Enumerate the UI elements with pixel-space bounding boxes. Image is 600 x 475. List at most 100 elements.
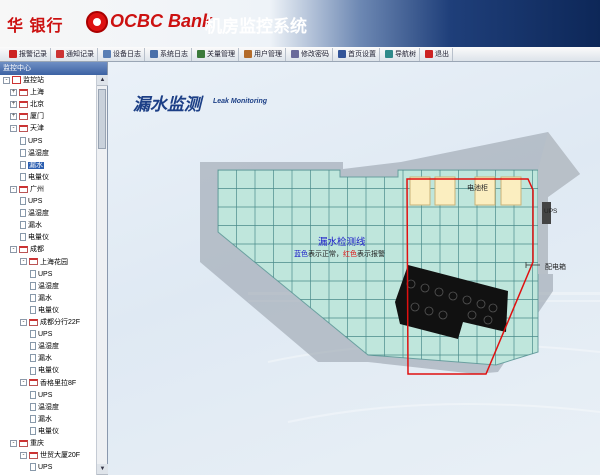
folder-icon (19, 246, 28, 254)
tree-node-label: 电量仪 (38, 427, 59, 435)
toolbar-button-label: 报警记录 (19, 51, 47, 58)
tree-node[interactable]: - 香格里拉8F (20, 378, 76, 390)
tree-node[interactable]: 电量仪 (30, 305, 59, 317)
toolbar-button-4[interactable]: 关量管理 (194, 47, 239, 61)
tree-node-label: UPS (28, 198, 43, 205)
leak-sensor-label: 漏水检测线 (318, 237, 366, 248)
tree-node-label: 温湿度 (38, 403, 59, 411)
sidebar-scrollbar[interactable]: ▲ ▼ (96, 75, 108, 475)
device-icon (30, 342, 36, 351)
tree-node[interactable]: + 北京 (10, 99, 44, 111)
scroll-up-icon[interactable]: ▲ (97, 75, 108, 86)
folder-icon (29, 379, 38, 387)
tree-node-label: UPS (38, 270, 53, 278)
toolbar-button-label: 修改密码 (301, 51, 329, 58)
collapse-icon[interactable]: - (20, 451, 27, 459)
scroll-down-icon[interactable]: ▼ (97, 464, 108, 475)
toolbar-button-2[interactable]: 设备日志 (100, 47, 145, 61)
expand-icon[interactable]: + (10, 112, 17, 120)
tree-node[interactable]: 温湿度 (30, 341, 59, 353)
device-icon (20, 233, 26, 242)
collapse-icon[interactable]: - (10, 185, 17, 193)
toolbar: 报警记录 通知记录 设备日志 系统日志 关量管理 用户管理 修改密码 首页设置 导航树 退出 (0, 47, 600, 62)
toolbar-button-6[interactable]: 修改密码 (288, 47, 333, 61)
toolbar-button-9[interactable]: 退出 (422, 47, 453, 61)
toolbar-button-label: 关量管理 (207, 51, 235, 58)
tree-node[interactable]: 漏水 (20, 220, 42, 232)
tree-node-label: 重庆 (30, 440, 44, 447)
toolbar-button-label: 用户管理 (254, 51, 282, 58)
tree-node[interactable]: 温湿度 (20, 208, 49, 220)
monitor-station-icon (12, 76, 21, 85)
collapse-icon[interactable]: - (20, 318, 27, 326)
main-panel: 漏水监测 Leak Monitoring 漏水检测线 蓝色表示正常，红色表示报警… (108, 62, 600, 475)
tree-node[interactable]: 电量仪 (20, 172, 49, 184)
folder-icon (19, 185, 28, 193)
device-icon (20, 172, 26, 181)
expand-icon[interactable]: + (10, 88, 17, 96)
collapse-icon[interactable]: - (3, 76, 10, 84)
tree-node[interactable]: - 上海花园 (20, 257, 68, 269)
toolbar-button-7[interactable]: 首页设置 (335, 47, 380, 61)
tree-node[interactable]: 漏水 (30, 414, 52, 426)
tree-node-label: 成都分行22F (40, 319, 81, 326)
tree-node[interactable]: 漏水 (30, 293, 52, 305)
battery-cabinet-4 (500, 176, 522, 206)
toolbar-button-1[interactable]: 通知记录 (53, 47, 98, 61)
floor-plan (200, 132, 600, 423)
tree-node[interactable]: 电量仪 (30, 426, 59, 438)
tree-node[interactable]: UPS (30, 329, 52, 341)
toolbar-button-5[interactable]: 用户管理 (241, 47, 286, 61)
tree-node[interactable]: - 成都 (10, 244, 44, 256)
tree-node-label: 厦门 (30, 113, 44, 121)
tree-node[interactable]: - 重庆 (10, 438, 44, 450)
tree-node-label: 上海 (30, 89, 44, 97)
tree-node[interactable]: UPS (30, 390, 52, 402)
tree-node[interactable]: - 世贸大厦20F (20, 450, 80, 462)
tree-node-label: 漏水 (28, 222, 42, 230)
scroll-thumb[interactable] (98, 89, 106, 149)
tree-node[interactable]: - 监控站 (3, 75, 44, 87)
distribution-box-label: 配电箱 (545, 264, 566, 271)
tree-node[interactable]: 漏水 (20, 160, 44, 172)
tree-node[interactable]: + 厦门 (10, 111, 44, 123)
folder-icon (19, 125, 28, 133)
tree-node[interactable]: 电量仪 (20, 232, 49, 244)
tree-node-label: 广州 (30, 185, 44, 193)
change-password-icon (291, 50, 299, 58)
sidebar-title: 监控中心 (0, 62, 107, 75)
device-icon (30, 463, 36, 472)
tree-node[interactable]: UPS (30, 269, 52, 281)
tree-node[interactable]: 温湿度 (20, 148, 49, 160)
tree-node[interactable]: + 上海 (10, 87, 44, 99)
tree-node[interactable]: 温湿度 (30, 402, 59, 414)
legend-normal-text: 表示正常， (308, 251, 343, 258)
toolbar-button-label: 系统日志 (160, 51, 188, 58)
tree-node[interactable]: - 天津 (10, 123, 44, 135)
device-icon (20, 136, 26, 145)
toolbar-button-0[interactable]: 报警记录 (6, 47, 51, 61)
tree-node[interactable]: UPS (30, 462, 52, 474)
collapse-icon[interactable]: - (10, 125, 17, 133)
tree-node[interactable]: - 成都分行22F (20, 317, 80, 329)
nav-tree: - 监控站 + 上海 + 北京 + 厦门 - 天津 UPS 温湿度 漏水 电量仪 - 广州 UPS 温湿度 漏水 电量… (0, 75, 96, 475)
tree-node-label: 电量仪 (38, 306, 59, 314)
tree-node[interactable]: 电量仪 (30, 365, 59, 377)
device-icon (30, 402, 36, 411)
tree-node[interactable]: 漏水 (30, 353, 52, 365)
device-icon (20, 209, 26, 218)
toolbar-button-8[interactable]: 导航树 (382, 47, 420, 61)
tree-node[interactable]: UPS (20, 136, 42, 148)
collapse-icon[interactable]: - (20, 258, 27, 266)
collapse-icon[interactable]: - (10, 246, 17, 254)
expand-icon[interactable]: + (10, 100, 17, 108)
tree-node[interactable]: UPS (20, 196, 42, 208)
toolbar-button-label: 退出 (435, 51, 449, 58)
folder-icon (29, 258, 38, 266)
toolbar-button-3[interactable]: 系统日志 (147, 47, 192, 61)
collapse-icon[interactable]: - (20, 379, 27, 387)
tree-node[interactable]: 温湿度 (30, 281, 59, 293)
collapse-icon[interactable]: - (10, 439, 17, 447)
device-icon (30, 293, 36, 302)
tree-node[interactable]: - 广州 (10, 184, 44, 196)
